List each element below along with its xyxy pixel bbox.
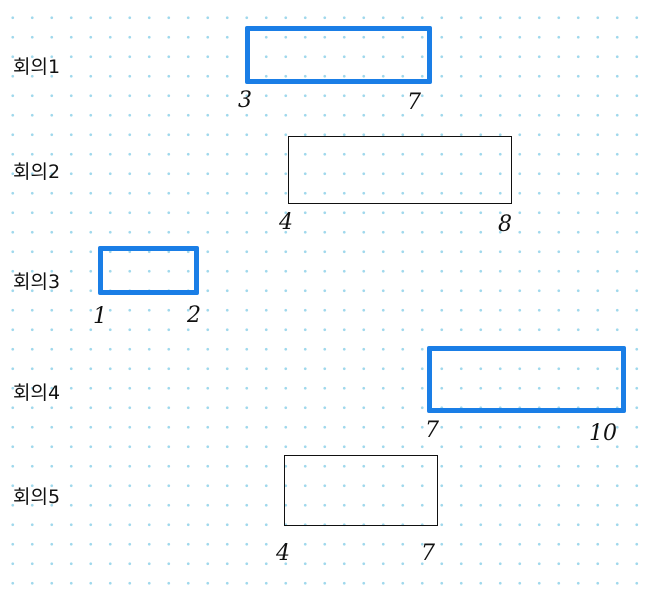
meeting-label: 회의2 [13,161,61,183]
meeting-interval-box [245,26,432,84]
diagram-canvas: 회의1 3 7 회의2 4 8 회의3 1 2 회의4 7 10 회의5 4 7 [0,0,653,596]
meeting-start-time: 7 [425,418,439,443]
meeting-start-time: 4 [279,210,293,235]
meeting-label: 회의4 [13,382,61,404]
meeting-label: 회의1 [13,56,61,78]
meeting-interval-box [284,455,438,526]
meeting-end-time: 7 [421,541,435,566]
meeting-end-time: 2 [187,303,201,328]
meeting-label: 회의5 [13,486,61,508]
meeting-label: 회의3 [13,271,61,293]
meeting-end-time: 10 [589,421,617,446]
meeting-start-time: 1 [93,304,107,329]
meeting-interval-box [288,136,512,204]
meeting-end-time: 7 [407,90,421,115]
meeting-interval-box [98,246,199,295]
meeting-start-time: 4 [276,541,290,566]
meeting-start-time: 3 [238,88,252,113]
meeting-interval-box [427,346,626,413]
meeting-end-time: 8 [498,212,512,237]
